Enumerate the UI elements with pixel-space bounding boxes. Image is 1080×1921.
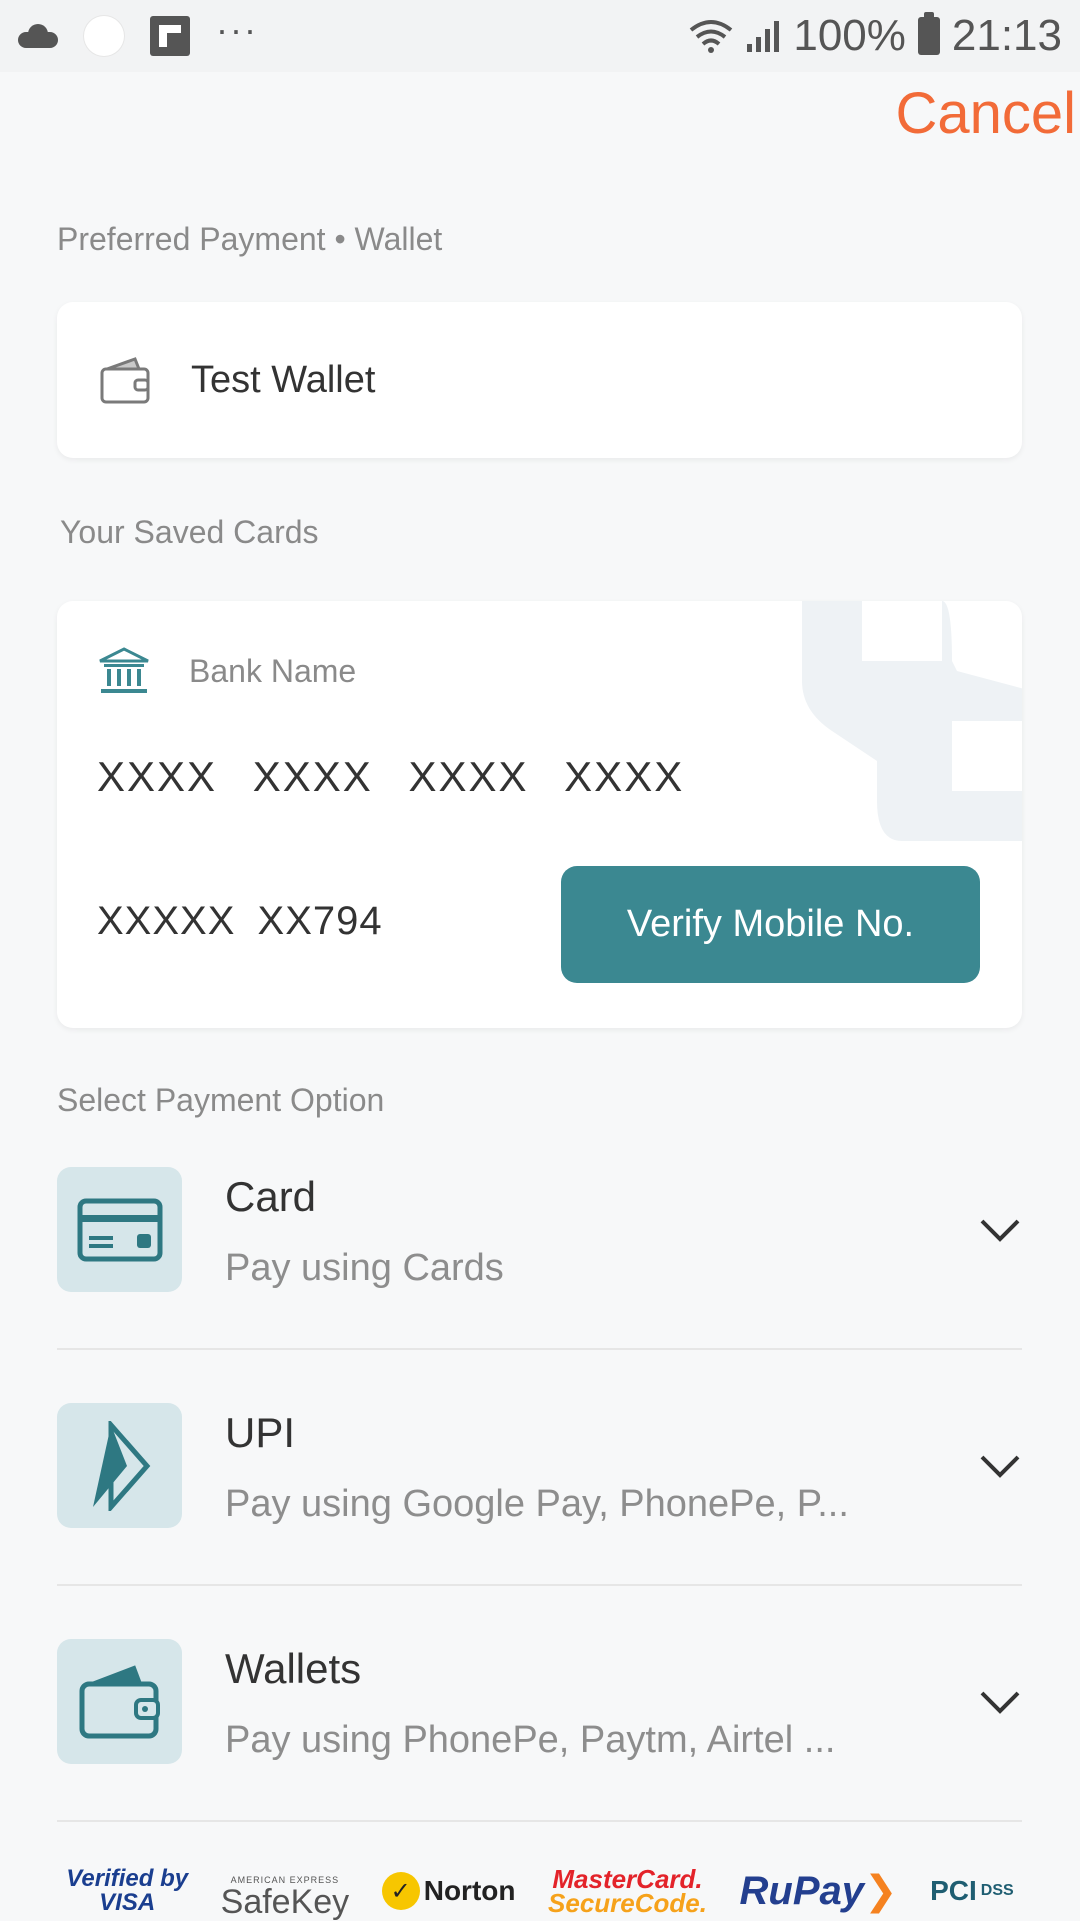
chevron-down-icon[interactable] — [978, 1443, 1022, 1487]
notification-circle-icon — [84, 16, 124, 56]
option-subtitle: Pay using PhonePe, Paytm, Airtel ... — [225, 1719, 836, 1761]
chevron-down-icon[interactable] — [978, 1679, 1022, 1723]
mastercard-securecode-logo: MasterCard. SecureCode. — [548, 1866, 707, 1918]
upi-icon — [57, 1403, 182, 1528]
pci-dss-logo: PCI DSS — [930, 1875, 1014, 1907]
credit-card-icon — [57, 1167, 182, 1292]
clock: 21:13 — [951, 11, 1062, 60]
safekey-text: SafeKey — [220, 1883, 350, 1921]
divider — [57, 1348, 1022, 1350]
option-subtitle: Pay using Cards — [225, 1247, 504, 1289]
option-subtitle: Pay using Google Pay, PhonePe, P... — [225, 1483, 849, 1525]
wallet-name: Test Wallet — [191, 358, 376, 401]
norton-check-icon: ✓ — [381, 1872, 420, 1910]
mc-line2: SecureCode. — [548, 1888, 707, 1918]
saved-card[interactable]: Bank Name XXXX XXXX XXXX XXXX XXXXX XX79… — [57, 601, 1022, 1028]
card-watermark-graphic — [802, 601, 1022, 841]
wallet-icon — [100, 357, 150, 404]
select-payment-label: Select Payment Option — [57, 1082, 385, 1118]
masked-mobile-number: XXXXX XX794 — [97, 899, 383, 943]
dss-text: DSS — [980, 1882, 1014, 1899]
divider — [57, 1584, 1022, 1586]
bank-row: Bank Name — [97, 646, 356, 696]
option-title: Wallets — [225, 1645, 362, 1692]
card-number: XXXX XXXX XXXX XXXX — [97, 753, 685, 800]
cloud-icon — [18, 24, 58, 48]
wifi-icon — [690, 20, 733, 53]
payment-option-card[interactable]: Card Pay using Cards — [57, 1167, 1022, 1294]
pci-text: PCI — [930, 1875, 977, 1906]
battery-percent: 100% — [793, 11, 906, 60]
bank-name: Bank Name — [189, 652, 357, 689]
more-notifications-icon: ··· — [216, 9, 258, 50]
flipboard-icon — [150, 16, 190, 56]
option-title: Card — [225, 1173, 317, 1220]
norton-logo: ✓ Norton — [381, 1872, 516, 1910]
norton-text: Norton — [423, 1875, 516, 1906]
rupay-arrow-icon: ❯ — [864, 1869, 898, 1913]
divider — [57, 1820, 1022, 1822]
amex-safekey-logo: AMERICAN EXPRESS SafeKey — [220, 1869, 350, 1921]
preferred-wallet-card[interactable]: Test Wallet — [57, 302, 1022, 458]
visa-line1: Verified by — [66, 1865, 189, 1892]
visa-line2: VISA — [99, 1889, 156, 1916]
rupay-logo: RuPay ❯ — [740, 1868, 898, 1914]
payment-option-wallets[interactable]: Wallets Pay using PhonePe, Paytm, Airtel… — [57, 1639, 1022, 1766]
battery-icon — [917, 12, 940, 55]
security-logos: Verified by VISA AMERICAN EXPRESS SafeKe… — [0, 1862, 1080, 1920]
saved-cards-label: Your Saved Cards — [60, 514, 319, 550]
verified-by-visa-logo: Verified by VISA — [66, 1867, 188, 1915]
payment-option-upi[interactable]: UPI Pay using Google Pay, PhonePe, P... — [57, 1403, 1022, 1530]
rupay-text: RuPay — [739, 1868, 865, 1913]
status-bar: ··· 100% 21:13 — [0, 0, 1080, 72]
wallet-icon — [57, 1639, 182, 1764]
cancel-button[interactable]: Cancel — [895, 80, 1076, 147]
bank-icon — [99, 647, 149, 693]
preferred-payment-label: Preferred Payment • Wallet — [57, 221, 443, 257]
verify-mobile-button[interactable]: Verify Mobile No. — [561, 866, 980, 983]
signal-icon — [747, 21, 780, 52]
option-title: UPI — [225, 1409, 296, 1456]
chevron-down-icon[interactable] — [978, 1207, 1022, 1251]
